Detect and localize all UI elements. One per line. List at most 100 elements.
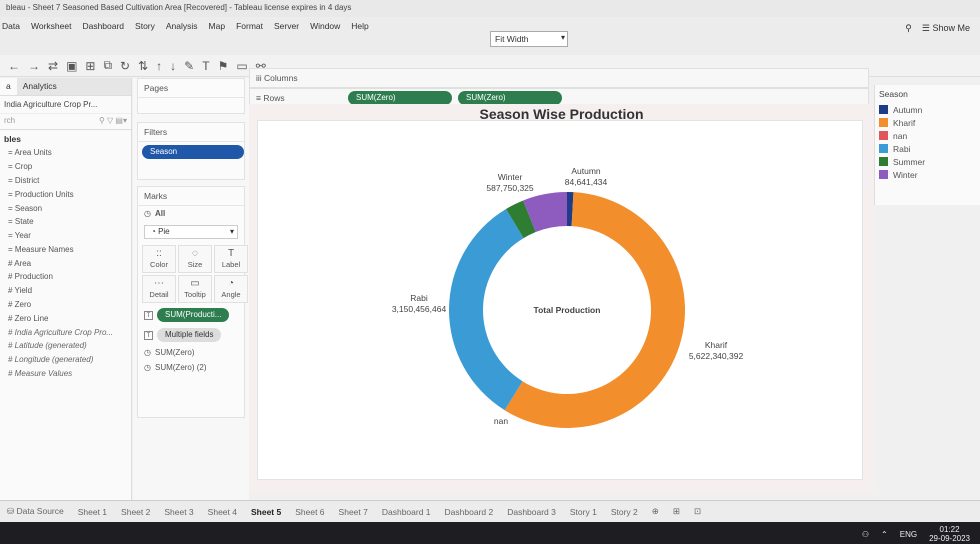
mark-button[interactable]: ◔ Angle <box>214 275 248 303</box>
datasource-tab[interactable]: ⛁ Data Source <box>0 506 71 517</box>
sheet-tab[interactable]: Sheet 4 <box>201 507 244 517</box>
pin-toolbar-icon[interactable]: ⚑ <box>218 59 229 73</box>
mark-button[interactable]: ⋯ Detail <box>142 275 176 303</box>
legend-item[interactable]: Autumn <box>875 103 980 116</box>
tab-analytics[interactable]: Analytics <box>16 78 131 95</box>
mark-field-2[interactable]: T Multiple fields <box>138 325 244 345</box>
fit-dropdown[interactable]: Fit Width ▾ <box>490 31 568 47</box>
refresh-icon[interactable]: ↻ <box>120 59 130 73</box>
field-item[interactable]: = Area Units <box>0 146 131 160</box>
label-icon[interactable]: T <box>202 59 209 73</box>
menu-item[interactable]: Analysis <box>166 21 198 31</box>
datasource-icon[interactable]: ⇄ <box>48 59 58 73</box>
people-icon[interactable]: ⚇ <box>862 530 869 539</box>
sheet-tab[interactable]: Sheet 3 <box>157 507 200 517</box>
field-item[interactable]: = Crop <box>0 160 131 174</box>
filter-icon[interactable]: ⚲ ▽ ▤▾ <box>99 116 127 127</box>
sheet-tab[interactable]: Story 2 <box>604 507 645 517</box>
field-item[interactable]: # Longitude (generated) <box>0 353 131 367</box>
menu-item[interactable]: Worksheet <box>31 21 71 31</box>
field-item[interactable]: = State <box>0 215 131 229</box>
sheet-tab[interactable]: Sheet 7 <box>332 507 375 517</box>
field-item[interactable]: = District <box>0 174 131 188</box>
menu-item[interactable]: Format <box>236 21 263 31</box>
menu-item[interactable]: Server <box>274 21 299 31</box>
menu-item[interactable]: Help <box>351 21 368 31</box>
rows-pill-1[interactable]: SUM(Zero) <box>348 91 452 105</box>
menu-item[interactable]: Data <box>2 21 20 31</box>
mark-button[interactable]: ▭ Tooltip <box>178 275 212 303</box>
donut-chart[interactable]: Total Production Autumn84,641,434 Kharif5,… <box>249 104 874 494</box>
forward-icon[interactable]: → <box>28 59 40 73</box>
save-icon[interactable]: ▣ <box>66 59 77 73</box>
sheet-tab[interactable]: Dashboard 1 <box>375 507 438 517</box>
rows-pill-2[interactable]: SUM(Zero) <box>458 91 562 105</box>
color-legend: Season Autumn Kharif nan Rabi Summer Winter <box>874 85 980 205</box>
new-story-icon[interactable]: ⊡ <box>687 506 708 517</box>
mark-sub-2[interactable]: ◷ SUM(Zero) (2) <box>138 360 244 375</box>
highlight-icon[interactable]: ✎ <box>184 59 194 73</box>
language-indicator[interactable]: ENG <box>900 530 917 539</box>
field-item[interactable]: # Yield <box>0 284 131 298</box>
field-item[interactable]: = Year <box>0 229 131 243</box>
tray-chevron-icon[interactable]: ⌃ <box>881 530 888 539</box>
marks-all-row[interactable]: ◷ All <box>138 206 244 221</box>
back-icon[interactable]: ← <box>8 59 20 73</box>
field-item[interactable]: # Production <box>0 270 131 284</box>
sheet-tab[interactable]: Sheet 6 <box>288 507 331 517</box>
pin-icon[interactable]: ⚲ <box>905 23 912 34</box>
sheet-tab[interactable]: Sheet 5 <box>244 507 288 517</box>
field-item[interactable]: = Measure Names <box>0 242 131 256</box>
mark-type-dropdown[interactable]: ◔ Pie ▾ <box>144 225 238 239</box>
clock-date: 29-09-2023 <box>929 534 970 543</box>
menu-item[interactable]: Story <box>135 21 155 31</box>
new-dashboard-icon[interactable]: ⊞ <box>666 506 687 517</box>
legend-item[interactable]: Kharif <box>875 116 980 129</box>
mark-sub-1[interactable]: ◷ SUM(Zero) <box>138 345 244 360</box>
mark-field-1[interactable]: T SUM(Producti... <box>138 305 244 325</box>
field-item[interactable]: # Zero Line <box>0 311 131 325</box>
menu-item[interactable]: Dashboard <box>82 21 124 31</box>
field-item[interactable]: = Season <box>0 201 131 215</box>
field-item[interactable]: = Production Units <box>0 187 131 201</box>
search-input[interactable]: rch <box>4 116 15 127</box>
field-item[interactable]: # Area <box>0 256 131 270</box>
new-worksheet-icon[interactable]: ⊕ <box>645 506 666 517</box>
tab-data[interactable]: a <box>0 78 17 95</box>
sheet-tab[interactable]: Sheet 1 <box>71 507 114 517</box>
field-search[interactable]: rch ⚲ ▽ ▤▾ <box>0 114 131 130</box>
field-label: Zero <box>14 299 32 309</box>
sort-asc-icon[interactable]: ↑ <box>156 59 162 73</box>
duplicate-icon[interactable]: ⧉ <box>103 58 112 73</box>
mark-pill-production[interactable]: SUM(Producti... <box>157 308 230 322</box>
sheet-tab[interactable]: Dashboard 3 <box>500 507 563 517</box>
mark-button-icon: :: <box>156 248 162 259</box>
field-item[interactable]: # Measure Values <box>0 367 131 381</box>
sheet-tab[interactable]: Dashboard 2 <box>438 507 501 517</box>
datasource-name[interactable]: India Agriculture Crop Pr... <box>0 96 131 114</box>
menu-item[interactable]: Window <box>310 21 340 31</box>
filter-pill-season[interactable]: Season <box>142 145 244 159</box>
present-icon[interactable]: ▭ <box>236 59 247 73</box>
sheet-tab[interactable]: Story 1 <box>563 507 604 517</box>
sort-desc-icon[interactable]: ↓ <box>170 59 176 73</box>
clock[interactable]: 01:22 29-09-2023 <box>929 525 970 543</box>
mark-button[interactable]: ◌ Size <box>178 245 212 273</box>
sheet-tab[interactable]: Sheet 2 <box>114 507 157 517</box>
swap-icon[interactable]: ⇅ <box>138 59 148 73</box>
field-item[interactable]: # India Agriculture Crop Pro... <box>0 325 131 339</box>
legend-item[interactable]: Summer <box>875 155 980 168</box>
legend-item[interactable]: nan <box>875 129 980 142</box>
mark-button[interactable]: T Label <box>214 245 248 273</box>
mark-button[interactable]: :: Color <box>142 245 176 273</box>
show-me-button[interactable]: ☰ Show Me <box>922 23 970 34</box>
legend-item[interactable]: Rabi <box>875 142 980 155</box>
fit-value: Fit Width <box>495 34 529 44</box>
legend-item[interactable]: Winter <box>875 168 980 181</box>
mark-pill-multiple[interactable]: Multiple fields <box>157 328 222 342</box>
field-item[interactable]: # Latitude (generated) <box>0 339 131 353</box>
columns-shelf[interactable]: iii Columns <box>249 68 869 88</box>
menu-item[interactable]: Map <box>209 21 226 31</box>
field-item[interactable]: # Zero <box>0 298 131 312</box>
new-sheet-icon[interactable]: ⊞ <box>85 59 95 73</box>
